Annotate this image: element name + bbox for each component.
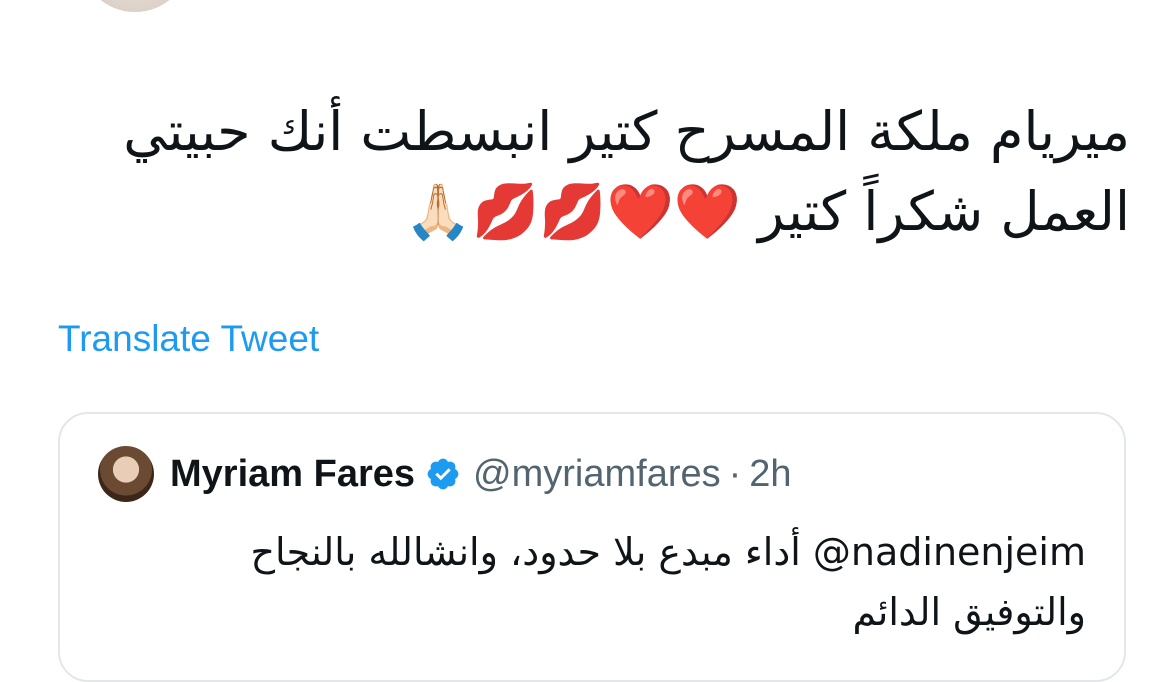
translate-tweet-link[interactable]: Translate Tweet [58, 318, 319, 360]
quoted-user-handle[interactable]: @myriamfares [473, 453, 721, 496]
separator-dot: · [728, 452, 742, 495]
quoted-tweet-text: @nadinenjeim أداء مبدع بلا حدود، وانشالل… [86, 522, 1086, 642]
verified-badge-icon [427, 458, 459, 490]
quoted-user-name[interactable]: Myriam Fares [170, 453, 415, 496]
tweet-text-line-2: العمل شكراً كتير ❤️❤️💋💋🙏🏻 [404, 180, 1130, 243]
quoted-tweet-card[interactable]: Myriam Fares @myriamfares · 2h @nadinenj… [58, 412, 1126, 682]
quoted-tweet-line-1-text: أداء مبدع بلا حدود، وانشالله بالنجاح [250, 530, 813, 574]
quoted-tweet-line-1: @nadinenjeim أداء مبدع بلا حدود، وانشالل… [86, 522, 1086, 582]
quoted-tweet-line-2: والتوفيق الدائم [852, 590, 1087, 634]
mention-link[interactable]: @nadinenjeim [813, 530, 1086, 574]
tweet-text: ميريام ملكة المسرح كتير انبسطت أنك حبيتي… [50, 92, 1130, 252]
quoted-user-avatar-icon[interactable] [98, 446, 154, 502]
quoted-tweet-timestamp[interactable]: 2h [749, 453, 791, 496]
quoted-tweet-header: Myriam Fares @myriamfares · 2h [98, 446, 792, 502]
user-avatar-icon[interactable] [80, 0, 190, 12]
tweet-text-line-1: ميريام ملكة المسرح كتير انبسطت أنك حبيتي [123, 100, 1130, 163]
